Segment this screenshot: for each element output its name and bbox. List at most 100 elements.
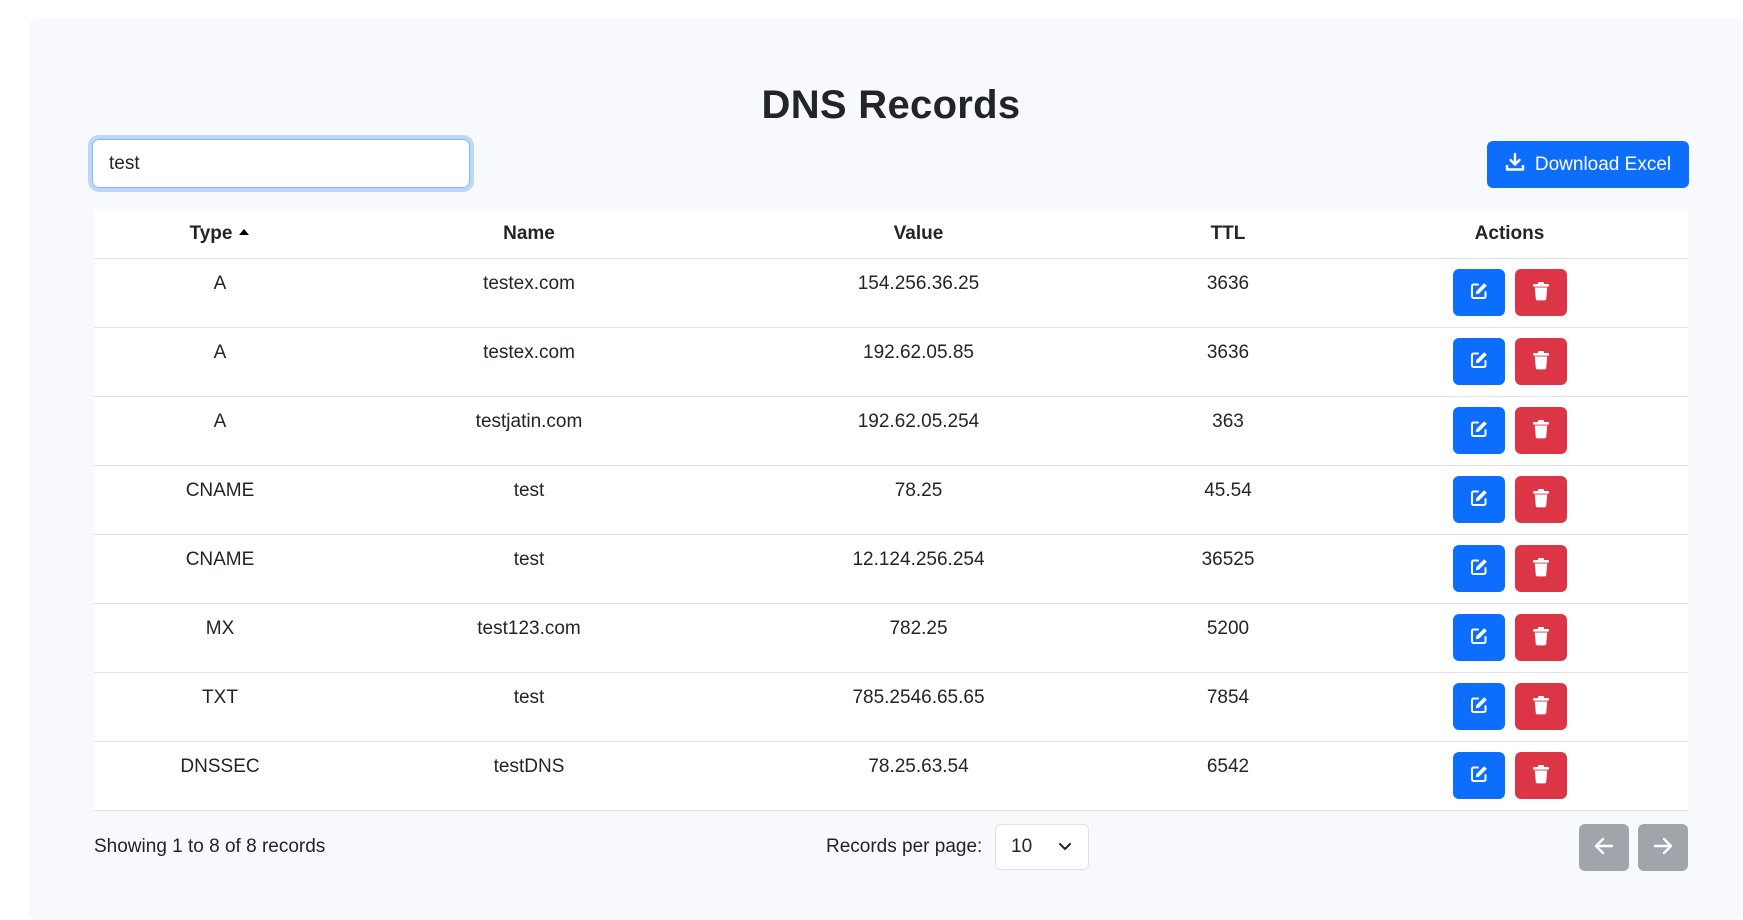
cell-type: A: [213, 273, 227, 294]
cell-actions: [1331, 397, 1688, 465]
page-title: DNS Records: [761, 83, 1021, 127]
cell-value: 192.62.05.254: [857, 411, 980, 432]
edit-record-button[interactable]: [1452, 614, 1505, 661]
cell-ttl: 36525: [1201, 549, 1255, 570]
column-header-actions: Actions: [1474, 223, 1545, 244]
cell-name: testDNS: [493, 756, 565, 777]
edit-record-button[interactable]: [1452, 476, 1505, 523]
cell-value: 78.25: [894, 480, 943, 501]
edit-record-button[interactable]: [1452, 683, 1505, 730]
edit-record-button[interactable]: [1452, 338, 1505, 385]
delete-record-button[interactable]: [1514, 683, 1567, 730]
cell-ttl: 3636: [1206, 342, 1250, 363]
cell-name: test: [513, 480, 545, 501]
delete-record-button[interactable]: [1514, 407, 1567, 454]
trash-icon: [1532, 695, 1550, 718]
cell-name: test123.com: [477, 618, 581, 639]
records-per-page-label: Records per page:: [826, 836, 983, 857]
trash-icon: [1532, 488, 1550, 511]
cell-name: testex.com: [483, 342, 575, 363]
table-row: CNAME test 12.124.256.254 36525: [94, 535, 1688, 604]
download-excel-button[interactable]: Download Excel: [1487, 141, 1689, 188]
cell-value: 192.62.05.85: [863, 342, 974, 363]
table-row: DNSSEC testDNS 78.25.63.54 6542: [94, 742, 1688, 811]
cell-name: test: [513, 549, 545, 570]
cell-ttl: 363: [1212, 411, 1244, 432]
cell-type: DNSSEC: [180, 756, 260, 777]
trash-icon: [1532, 350, 1550, 373]
cell-actions: [1331, 466, 1688, 534]
table-row: MX test123.com 782.25 5200: [94, 604, 1688, 673]
dns-records-table: Type Name Value TTL Actions Atestex.com 1…: [94, 209, 1688, 811]
search-input[interactable]: [92, 139, 470, 188]
column-header-value[interactable]: Value: [712, 209, 1125, 258]
trash-icon: [1532, 281, 1550, 304]
table-row: Atestex.com 154.256.36.25 3636: [94, 259, 1688, 328]
search-wrapper: [92, 139, 470, 188]
trash-icon: [1532, 419, 1550, 442]
delete-record-button[interactable]: [1514, 476, 1567, 523]
edit-icon: [1469, 488, 1489, 511]
cell-ttl: 45.54: [1204, 480, 1252, 501]
delete-record-button[interactable]: [1514, 752, 1567, 799]
cell-ttl: 3636: [1206, 273, 1250, 294]
cell-name: test: [513, 687, 545, 708]
trash-icon: [1532, 626, 1550, 649]
edit-icon: [1469, 764, 1489, 787]
table-row: TXT test 785.2546.65.65 7854: [94, 673, 1688, 742]
column-header-type[interactable]: Type: [94, 209, 346, 258]
cell-name: testex.com: [483, 273, 575, 294]
edit-record-button[interactable]: [1452, 545, 1505, 592]
cell-value: 78.25.63.54: [868, 756, 969, 777]
download-icon: [1505, 152, 1525, 178]
cell-actions: [1331, 259, 1688, 327]
delete-record-button[interactable]: [1514, 338, 1567, 385]
column-header-ttl[interactable]: TTL: [1125, 209, 1331, 258]
chevron-down-icon: [1058, 836, 1072, 858]
cell-actions: [1331, 673, 1688, 741]
cell-type: MX: [205, 618, 235, 639]
sort-ascending-icon: [238, 221, 250, 243]
edit-record-button[interactable]: [1452, 407, 1505, 454]
cell-value: 154.256.36.25: [857, 273, 980, 294]
cell-type: A: [213, 411, 227, 432]
edit-icon: [1469, 626, 1489, 649]
cell-value: 785.2546.65.65: [852, 687, 985, 708]
delete-record-button[interactable]: [1514, 269, 1567, 316]
records-summary: Showing 1 to 8 of 8 records: [94, 836, 326, 857]
next-page-button[interactable]: [1638, 824, 1688, 871]
delete-record-button[interactable]: [1514, 614, 1567, 661]
previous-page-button[interactable]: [1579, 824, 1629, 871]
cell-ttl: 7854: [1206, 687, 1250, 708]
cell-actions: [1331, 535, 1688, 603]
cell-type: CNAME: [185, 549, 255, 570]
edit-icon: [1469, 419, 1489, 442]
cell-ttl: 6542: [1206, 756, 1250, 777]
cell-type: CNAME: [185, 480, 255, 501]
table-body: Atestex.com 154.256.36.25 3636 Atestex.com 1…: [94, 259, 1688, 811]
edit-record-button[interactable]: [1452, 269, 1505, 316]
cell-type: TXT: [202, 687, 238, 708]
table-row: CNAME test 78.25 45.54: [94, 466, 1688, 535]
cell-value: 12.124.256.254: [852, 549, 985, 570]
cell-type: A: [213, 342, 227, 363]
arrow-right-icon: [1653, 837, 1673, 858]
table-row: Atestex.com 192.62.05.85 3636: [94, 328, 1688, 397]
cell-name: testjatin.com: [475, 411, 583, 432]
trash-icon: [1532, 764, 1550, 787]
edit-icon: [1469, 350, 1489, 373]
cell-value: 782.25: [889, 618, 948, 639]
records-per-page-select[interactable]: 10: [995, 824, 1089, 870]
arrow-left-icon: [1594, 837, 1614, 858]
column-header-name[interactable]: Name: [346, 209, 712, 258]
cell-actions: [1331, 328, 1688, 396]
table-row: Atestjatin.com 192.62.05.254 363: [94, 397, 1688, 466]
cell-ttl: 5200: [1206, 618, 1250, 639]
edit-icon: [1469, 281, 1489, 304]
cell-actions: [1331, 742, 1688, 810]
trash-icon: [1532, 557, 1550, 580]
records-per-page-value: 10: [1011, 836, 1033, 857]
delete-record-button[interactable]: [1514, 545, 1567, 592]
edit-record-button[interactable]: [1452, 752, 1505, 799]
edit-icon: [1469, 557, 1489, 580]
